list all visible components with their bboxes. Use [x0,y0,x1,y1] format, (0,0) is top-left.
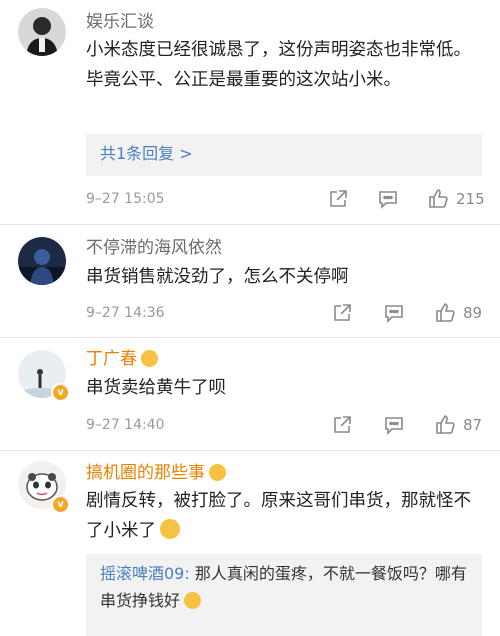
comment-item: v 丁广春 串货卖给黄牛了呗 9–27 14:40 87 [0,338,500,451]
comment-username[interactable]: 搞机圈的那些事 [86,463,226,483]
comment-text: 剧情反转，被打脸了。原来这哥们串货，那就怪不了小米了 [86,486,486,546]
comment-time: 9–27 14:36 [86,305,165,321]
comment-button[interactable] [377,188,399,210]
comment-text-content: 剧情反转，被打脸了。原来这哥们串货，那就怪不了小米了 [86,491,471,541]
like-button[interactable] [427,187,450,209]
share-button[interactable] [327,188,349,210]
comment-icon [385,305,403,323]
avatar[interactable] [18,8,66,56]
thumbs-up-icon [436,303,455,322]
view-replies-link[interactable]: 共1条回复 > [100,144,193,164]
comment-text: 串货销售就没劲了，怎么不关停啊 [86,267,349,287]
reply-username[interactable]: 摇滚啤酒09: [100,564,190,583]
verified-badge-icon: v [51,495,70,514]
comment-item: 不停滞的海风依然 串货销售就没劲了，怎么不关停啊 9–27 14:36 89 [0,225,500,338]
comment-button[interactable] [383,414,405,436]
comment-icon [379,191,397,209]
comment-item: 娱乐汇谈 小米态度已经很诚恳了，这份声明姿态也非常低。毕竟公平、公正是最重要的这… [0,0,500,225]
comment-text: 小米态度已经很诚恳了，这份声明姿态也非常低。毕竟公平、公正是最重要的这次站小米。 [86,40,471,90]
share-button[interactable] [331,302,353,324]
reply-box[interactable]: 共1条回复 > [86,134,482,176]
reply-preview[interactable]: 摇滚啤酒09: 那人真闲的蛋疼，不就一餐饭吗？哪有串货挣钱好 [86,554,482,636]
smirk-emoji-icon [184,592,202,609]
thumbs-up-icon [429,189,448,208]
vip-emoji-icon [141,350,158,367]
comment-username[interactable]: 不停滞的海风依然 [86,238,222,258]
verified-badge-icon: v [51,383,70,402]
avatar[interactable] [18,237,66,285]
vip-emoji-icon [209,464,226,481]
comment-time: 9–27 14:40 [86,417,165,433]
username-text: 丁广春 [86,349,137,369]
share-icon [334,304,351,321]
comment-username[interactable]: 丁广春 [86,349,158,369]
comment-item: v 搞机圈的那些事 剧情反转，被打脸了。原来这哥们串货，那就怪不了小米了 摇滚啤… [0,451,500,636]
comment-icon [385,417,403,435]
comment-time: 9–27 15:05 [86,191,165,207]
like-count: 215 [456,190,485,208]
share-icon [330,190,347,207]
reply-preview-text: 摇滚啤酒09: 那人真闲的蛋疼，不就一餐饭吗？哪有串货挣钱好 [100,560,470,614]
share-icon [334,416,351,433]
share-button[interactable] [331,414,353,436]
laughing-crying-emoji-icon [160,519,180,539]
like-count: 87 [463,416,483,434]
comment-button[interactable] [383,302,405,324]
like-count: 89 [463,304,483,322]
thumbs-up-icon [436,415,455,434]
comment-text: 串货卖给黄牛了呗 [86,378,226,398]
username-text: 搞机圈的那些事 [86,463,205,483]
like-button[interactable] [434,413,457,435]
comment-username[interactable]: 娱乐汇谈 [86,12,154,32]
like-button[interactable] [434,301,457,323]
